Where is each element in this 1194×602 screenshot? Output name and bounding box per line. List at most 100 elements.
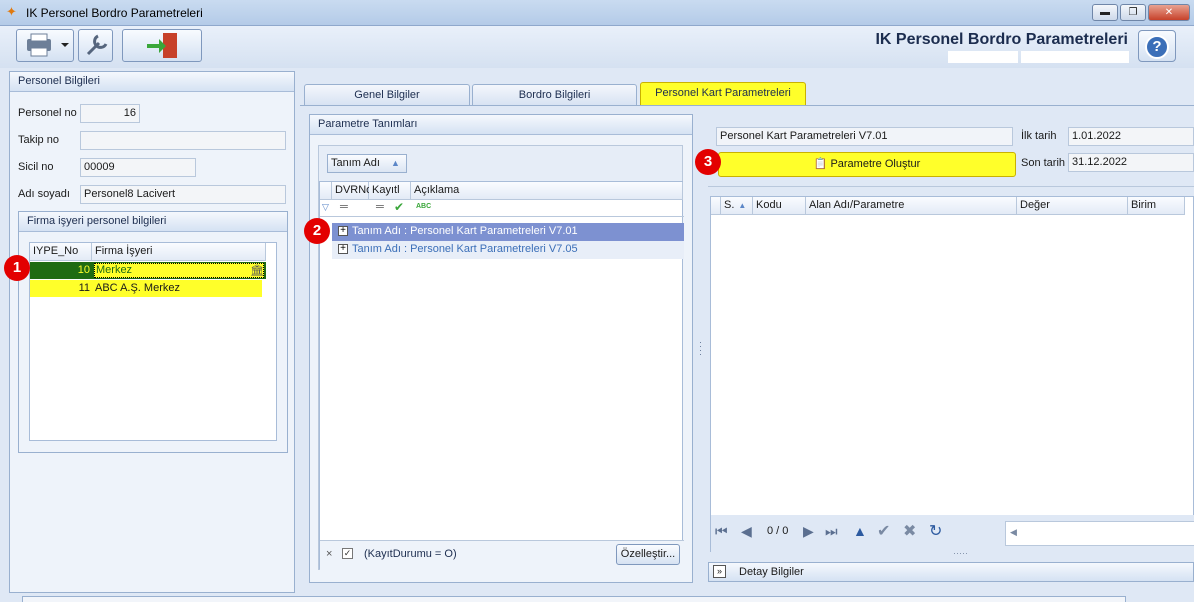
building-icon: 🏛 (250, 265, 264, 277)
row-indicator-header (320, 182, 332, 200)
tab-personel-kart-parametreleri[interactable]: Personel Kart Parametreleri (640, 82, 806, 106)
column-header-s[interactable]: S. ▲ (721, 197, 753, 215)
takip-no-field[interactable] (80, 131, 286, 150)
group-by-chip[interactable]: Tanım Adı ▲ (327, 154, 407, 173)
post-record-icon[interactable]: ✔ (877, 521, 890, 541)
customize-button[interactable]: Özelleştir... (616, 544, 680, 565)
toolbar: IK Personel Bordro Parametreleri ? (0, 26, 1194, 68)
tab-bordro-bilgileri[interactable]: Bordro Bilgileri (472, 84, 637, 106)
previous-record-icon[interactable]: ◀ (741, 523, 752, 540)
last-record-icon[interactable]: ⏭ (825, 523, 838, 540)
filter-icon: ▽ (322, 202, 329, 212)
page-title: IK Personel Bordro Parametreleri (875, 31, 1128, 48)
sicil-no-field[interactable]: 00009 (80, 158, 196, 177)
sort-up-icon: ▲ (390, 158, 400, 168)
check-icon: ✔ (394, 200, 405, 214)
help-button[interactable]: ? (1138, 30, 1176, 62)
detay-bilgiler-label: Detay Bilgiler (739, 566, 804, 578)
printer-icon (27, 33, 69, 57)
firma-row-no: 11 (78, 282, 90, 294)
app-icon: ✦ (6, 4, 17, 19)
splitter-handle[interactable]: ····· (953, 548, 968, 558)
parametre-panel: Parametre Tanımları Tanım Adı ▲ DVRNo Ka… (309, 114, 693, 583)
exit-door-icon (147, 33, 177, 58)
filter-panel: × ✓ (KayıtDurumu = O) Özelleştir... (320, 540, 684, 570)
personel-no-label: Personel no (18, 107, 77, 119)
divider (708, 186, 1194, 187)
print-button[interactable] (16, 29, 74, 62)
column-header-aciklama[interactable]: Açıklama (411, 182, 683, 200)
group-by-label: Tanım Adı (331, 157, 380, 169)
list-item[interactable]: + Tanım Adı : Personel Kart Parametreler… (332, 241, 684, 259)
minimize-button[interactable]: ▬ (1092, 4, 1118, 21)
detay-bilgiler-bar[interactable]: » Detay Bilgiler (708, 562, 1194, 582)
record-counter: 0 / 0 (767, 525, 789, 537)
personel-panel: Personel Bilgileri Personel no 16 Takip … (9, 71, 295, 593)
row-indicator-header (711, 197, 721, 215)
column-header-deger[interactable]: Değer (1017, 197, 1128, 215)
tools-button[interactable] (78, 29, 113, 62)
firma-header: Firma işyeri personel bilgileri (19, 212, 287, 232)
filter-row[interactable]: ▽ ═ ═ ✔ ABC (320, 200, 684, 217)
list-item[interactable]: + Tanım Adı : Personel Kart Parametreler… (332, 223, 684, 241)
son-tarih-label: Son tarih (1021, 157, 1066, 169)
adi-soyadi-label: Adı soyadı (18, 188, 70, 200)
parametre-olustur-label: Parametre Oluştur (830, 158, 921, 170)
column-header-birim[interactable]: Birim (1128, 197, 1185, 215)
status-bar (22, 596, 1126, 602)
firma-row-no: 10 (77, 264, 90, 276)
status-field (1021, 51, 1129, 63)
expand-down-icon[interactable]: » (713, 565, 726, 578)
ilk-tarih-field[interactable]: 1.01.2022 (1068, 127, 1194, 146)
ilk-tarih-label: İlk tarih (1021, 130, 1057, 142)
column-header-kayitl[interactable]: Kayıtl (369, 182, 411, 200)
exit-button[interactable] (122, 29, 202, 62)
adi-soyadi-field[interactable]: Personel8 Lacivert (80, 185, 286, 204)
firma-panel: Firma işyeri personel bilgileri IYPE_No … (18, 211, 288, 453)
group-row-label: Tanım Adı : Personel Kart Parametreleri … (352, 225, 578, 237)
expand-icon[interactable]: + (338, 226, 348, 236)
column-header-kodu[interactable]: Kodu (753, 197, 806, 215)
close-button[interactable]: ✕ (1148, 4, 1190, 21)
firma-row-name: ABC A.Ş. Merkez (95, 282, 180, 294)
status-field (948, 51, 1018, 63)
text-filter-icon: ABC (416, 203, 432, 210)
help-icon: ? (1145, 35, 1169, 59)
wrench-icon (86, 34, 108, 56)
parametre-olustur-button[interactable]: 📋 Parametre Oluştur (718, 152, 1016, 177)
restore-button[interactable]: ❐ (1120, 4, 1146, 21)
personel-no-field[interactable]: 16 (80, 104, 140, 123)
son-tarih-field[interactable]: 31.12.2022 (1068, 153, 1194, 172)
annotation-badge: 3 (695, 149, 721, 175)
parametre-grid: DVRNo Kayıtl Açıklama ▽ ═ ═ ✔ ABC + Tanı… (319, 181, 684, 570)
splitter-handle[interactable]: · · · · (699, 338, 702, 359)
table-row[interactable]: 11 ABC A.Ş. Merkez (30, 280, 262, 297)
insert-record-icon[interactable]: ▲ (853, 523, 867, 539)
kart-panel: Personel Kart Parametreleri V7.01 İlk ta… (708, 114, 1194, 590)
filter-enabled-checkbox[interactable]: ✓ (342, 548, 353, 559)
next-record-icon[interactable]: ▶ (803, 523, 814, 540)
column-header-firma-isyeri[interactable]: Firma İşyeri (92, 243, 266, 261)
tanim-name-field[interactable]: Personel Kart Parametreleri V7.01 (716, 127, 1013, 146)
parametre-header: Parametre Tanımları (310, 115, 692, 135)
equals-icon: ═ (340, 201, 348, 213)
scroll-left-icon[interactable]: ◀ (1010, 527, 1017, 538)
clear-filter-icon[interactable]: × (326, 548, 332, 560)
table-row[interactable]: 10 Merkez 🏛 (30, 262, 266, 279)
parametre-grid-area: Tanım Adı ▲ DVRNo Kayıtl Açıklama ▽ ═ ═ … (318, 145, 684, 570)
refresh-icon[interactable]: ↻ (929, 521, 942, 541)
cancel-record-icon[interactable]: ✖ (903, 521, 916, 541)
expand-icon[interactable]: + (338, 244, 348, 254)
horizontal-scrollbar[interactable]: ◀ (1005, 521, 1194, 546)
title-bar: ✦ IK Personel Bordro Parametreleri ▬ ❐ ✕ (0, 0, 1194, 26)
column-header-iype-no[interactable]: IYPE_No (30, 243, 92, 261)
first-record-icon[interactable]: ⏮ (715, 523, 728, 540)
sort-up-icon: ▲ (738, 201, 747, 210)
clipboard-icon: 📋 (813, 158, 828, 170)
kart-grid: S. ▲ Kodu Alan Adı/Parametre Değer Birim … (710, 196, 1194, 553)
takip-no-label: Takip no (18, 134, 59, 146)
column-header-dvrno[interactable]: DVRNo (332, 182, 372, 200)
column-header-alan-adi[interactable]: Alan Adı/Parametre (806, 197, 1017, 215)
equals-icon: ═ (376, 201, 384, 213)
tab-genel-bilgiler[interactable]: Genel Bilgiler (304, 84, 470, 106)
